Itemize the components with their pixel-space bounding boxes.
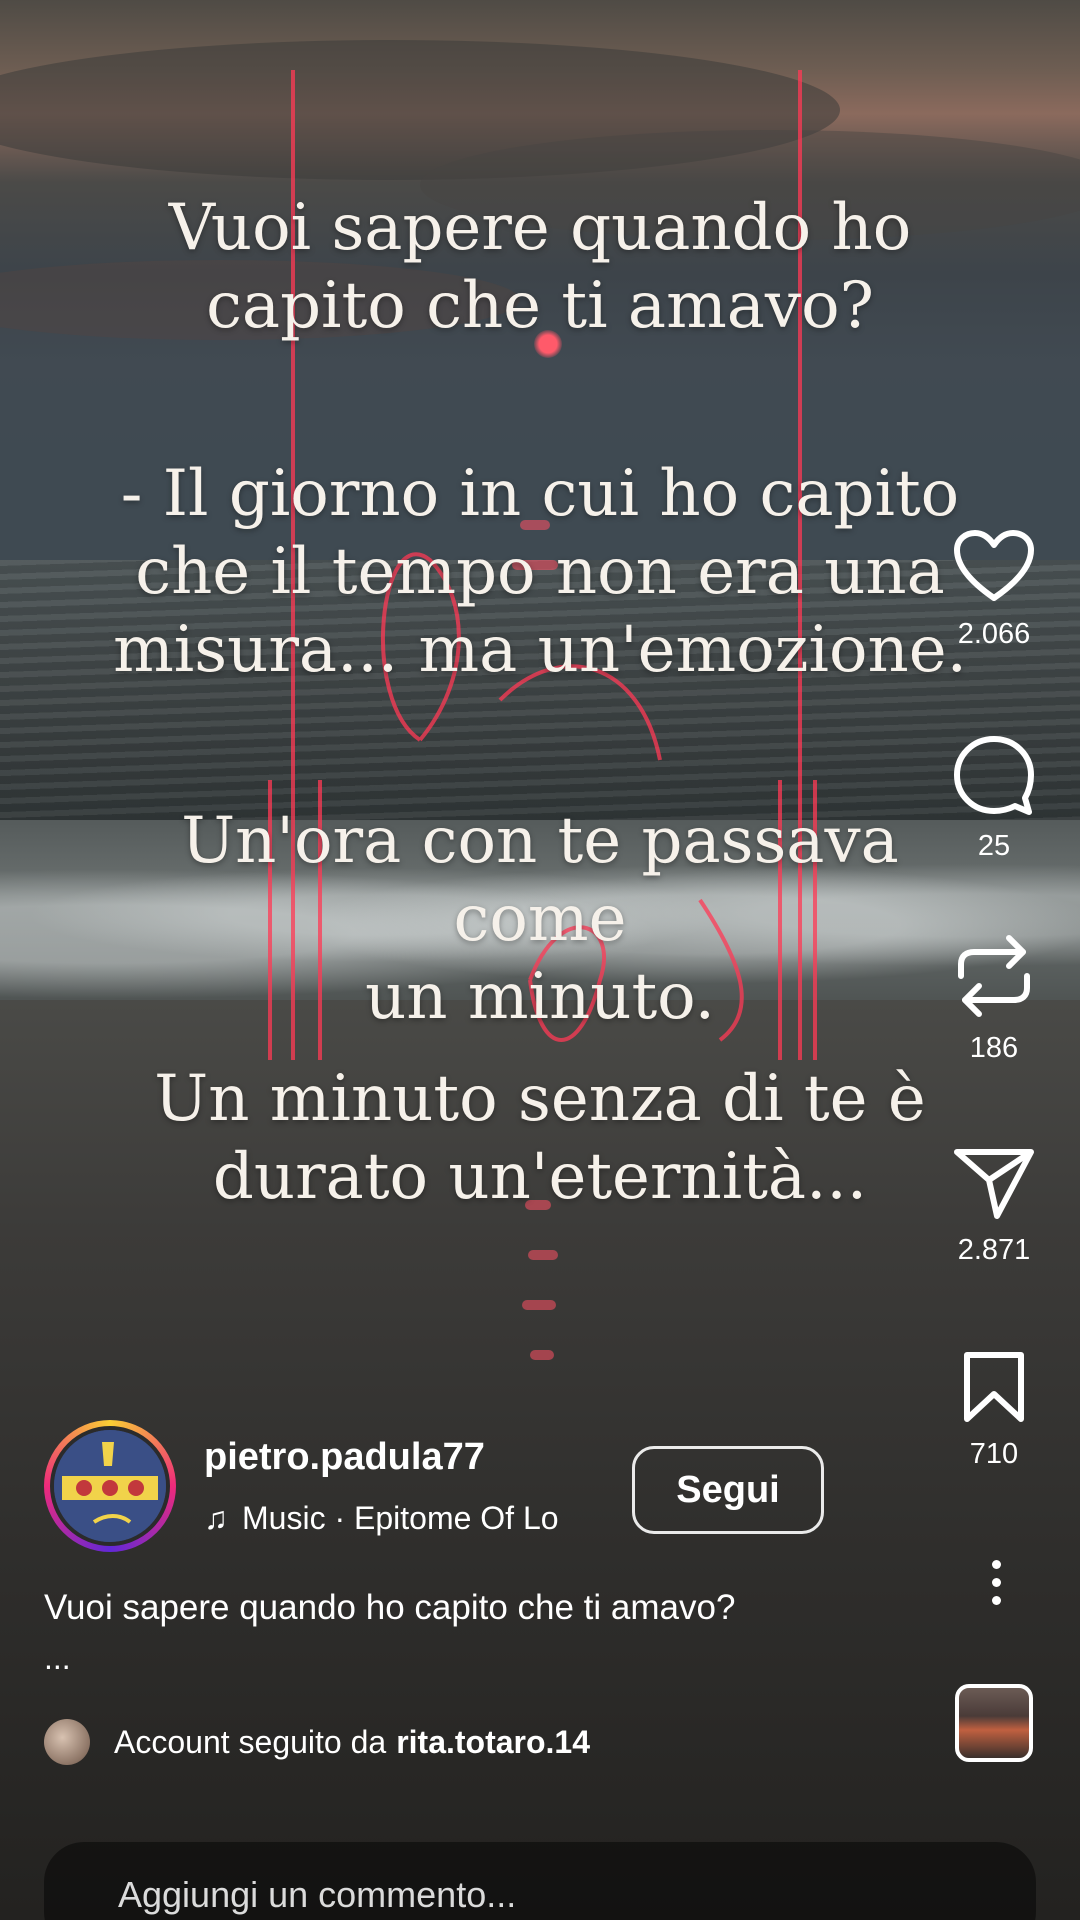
music-title: Music · Epitome Of Lo — [242, 1500, 559, 1536]
repost-icon — [958, 935, 1030, 1017]
music-info[interactable]: ♫ Music · Epitome Of Lo — [204, 1500, 644, 1537]
comment-input[interactable]: Aggiungi un commento... — [44, 1842, 1036, 1920]
lyric-line: capito che ti amavo? — [206, 269, 874, 343]
music-note-icon: ♫ — [204, 1500, 228, 1536]
lyric-line: un minuto. — [365, 960, 715, 1034]
post-caption[interactable]: Vuoi sapere quando ho capito che ti amav… — [44, 1588, 735, 1628]
lyric-line: - Il giorno in cui ho capito — [120, 457, 960, 531]
bookmark-icon — [964, 1352, 1024, 1422]
share-count: 2.871 — [957, 1234, 1031, 1266]
lyric-line: durato un'eternità... — [212, 1140, 868, 1214]
lyrics-block-3: Un'ora con te passava come un minuto. — [90, 802, 990, 1036]
comment-button[interactable]: 25 — [934, 734, 1054, 863]
lyrics-block-1: Vuoi sapere quando ho capito che ti amav… — [90, 189, 990, 345]
audio-thumbnail[interactable] — [955, 1684, 1033, 1762]
lyric-line: Vuoi sapere quando ho — [168, 191, 912, 265]
lyric-line: misura... ma un'emozione. — [113, 613, 967, 687]
share-button[interactable]: 2.871 — [934, 1146, 1054, 1267]
author-avatar[interactable] — [44, 1420, 176, 1552]
coat-of-arms-image — [50, 1426, 170, 1546]
comment-count: 25 — [977, 830, 1011, 862]
more-vertical-icon — [976, 1560, 1016, 1605]
lyrics-block-4: Un minuto senza di te è durato un'eterni… — [90, 1060, 990, 1216]
caption-more[interactable]: ... — [44, 1642, 71, 1674]
comment-placeholder: Aggiungi un commento... — [118, 1874, 517, 1915]
like-count: 2.066 — [957, 618, 1031, 650]
lyrics-block-2: - Il giorno in cui ho capito che il temp… — [90, 455, 990, 689]
followed-by-prefix: Account seguito da — [114, 1723, 387, 1760]
author-username[interactable]: pietro.padula77 — [204, 1436, 485, 1479]
followed-by-username: rita.totaro.14 — [396, 1723, 591, 1760]
follower-avatar — [44, 1719, 90, 1765]
lyric-line: che il tempo non era una — [135, 535, 945, 609]
paper-plane-icon — [954, 1149, 1034, 1219]
lyric-line: Un minuto senza di te è — [154, 1062, 926, 1136]
followed-by-row[interactable]: Account seguito da rita.totaro.14 — [44, 1714, 590, 1770]
follow-button[interactable]: Segui — [632, 1446, 824, 1534]
repost-button[interactable]: 186 — [934, 934, 1054, 1065]
more-options-button[interactable] — [976, 1560, 1016, 1620]
comment-bubble-icon — [954, 736, 1034, 815]
lyric-line: Un'ora con te passava come — [181, 804, 899, 956]
save-button[interactable]: 710 — [934, 1350, 1054, 1471]
heart-icon — [954, 530, 1034, 601]
repost-count: 186 — [969, 1032, 1019, 1064]
save-count: 710 — [969, 1438, 1019, 1470]
like-button[interactable]: 2.066 — [934, 530, 1054, 651]
coat-of-arms-icon — [54, 1430, 166, 1542]
reel-screen: Vuoi sapere quando ho capito che ti amav… — [0, 0, 1080, 1920]
